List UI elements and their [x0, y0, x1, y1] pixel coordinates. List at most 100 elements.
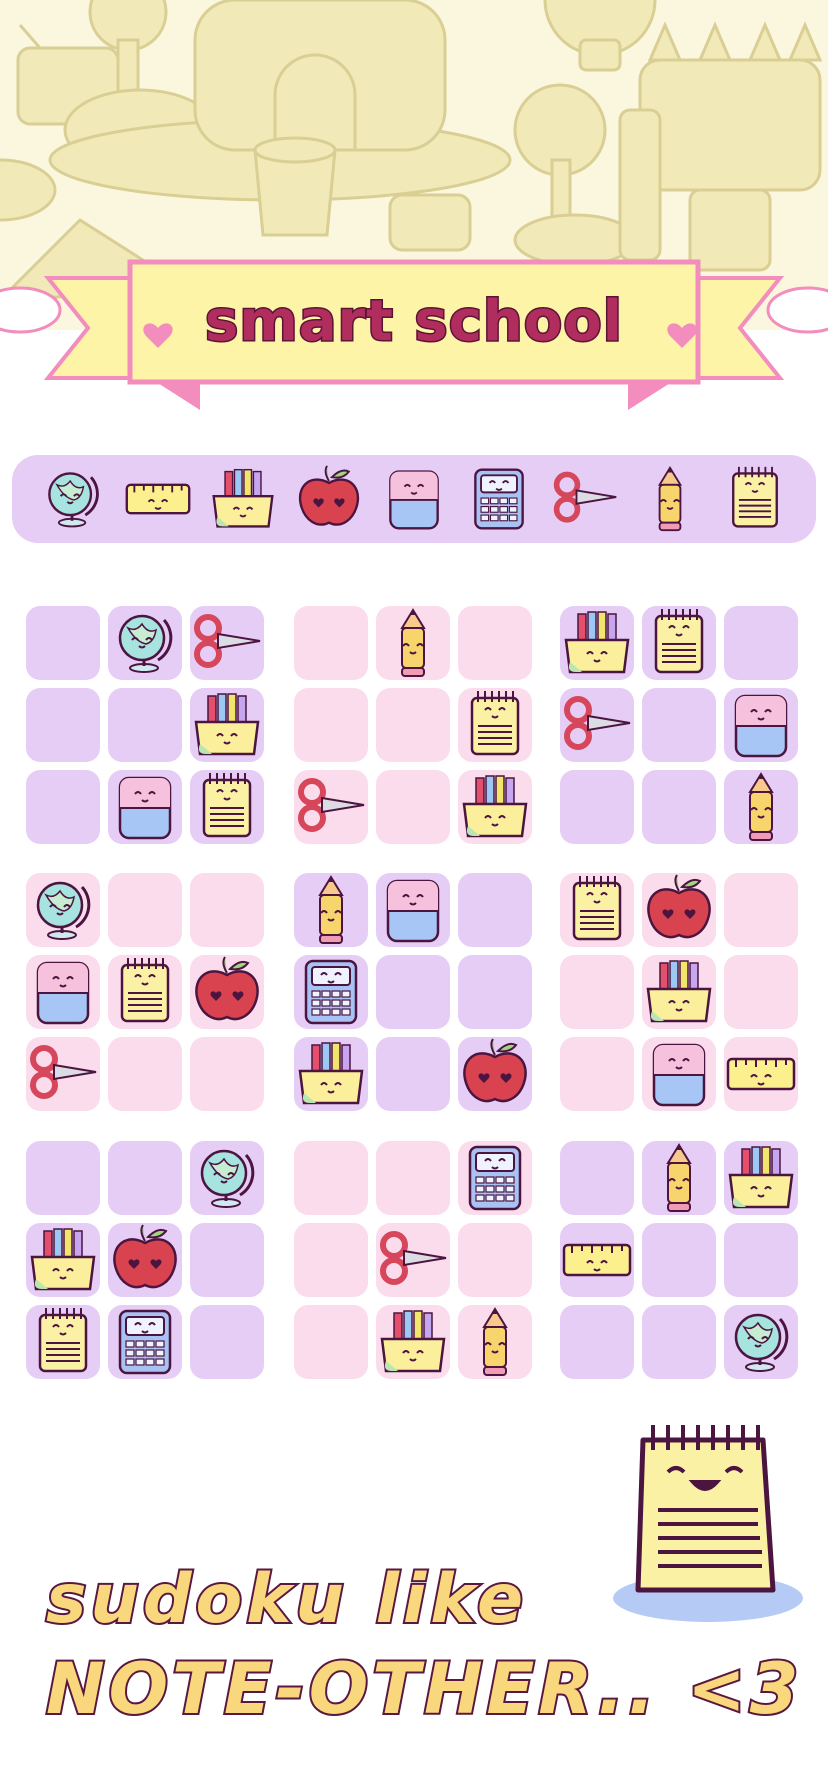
- grid-cell[interactable]: [294, 770, 368, 844]
- grid-cell[interactable]: [376, 1305, 450, 1379]
- grid-cell[interactable]: [108, 955, 182, 1029]
- grid-cell[interactable]: [642, 606, 716, 680]
- grid-cell[interactable]: [108, 873, 182, 947]
- icon-palette: [12, 455, 816, 543]
- grid-cell[interactable]: [108, 606, 182, 680]
- apple-icon: [458, 1037, 532, 1111]
- grid-cell[interactable]: [26, 1305, 100, 1379]
- grid-cell[interactable]: [294, 688, 368, 762]
- grid-cell[interactable]: [642, 688, 716, 762]
- grid-cell[interactable]: [560, 1037, 634, 1111]
- grid-cell[interactable]: [26, 1223, 100, 1297]
- globe-icon: [190, 1141, 264, 1215]
- grid-cell[interactable]: [26, 606, 100, 680]
- grid-cell[interactable]: [560, 1223, 634, 1297]
- crayons-icon: [376, 1305, 450, 1379]
- eraser-icon: [642, 1037, 716, 1111]
- crayons-icon: [724, 1141, 798, 1215]
- grid-cell[interactable]: [294, 873, 368, 947]
- grid-cell[interactable]: [294, 1037, 368, 1111]
- apple-icon[interactable]: [293, 463, 365, 535]
- grid-cell[interactable]: [458, 1223, 532, 1297]
- grid-cell[interactable]: [642, 873, 716, 947]
- grid-cell[interactable]: [294, 955, 368, 1029]
- grid-cell[interactable]: [376, 606, 450, 680]
- ruler-icon[interactable]: [122, 463, 194, 535]
- crayons-icon[interactable]: [207, 463, 279, 535]
- grid-cell[interactable]: [294, 1141, 368, 1215]
- grid-cell[interactable]: [26, 1037, 100, 1111]
- grid-cell[interactable]: [458, 873, 532, 947]
- scissors-icon: [376, 1223, 450, 1297]
- grid-cell[interactable]: [108, 1223, 182, 1297]
- scissors-icon: [190, 606, 264, 680]
- scissors-icon[interactable]: [549, 463, 621, 535]
- grid-cell[interactable]: [724, 1037, 798, 1111]
- grid-cell[interactable]: [724, 873, 798, 947]
- grid-cell[interactable]: [294, 606, 368, 680]
- grid-cell[interactable]: [560, 1141, 634, 1215]
- grid-cell[interactable]: [560, 606, 634, 680]
- apple-icon: [190, 955, 264, 1029]
- grid-cell[interactable]: [458, 770, 532, 844]
- grid-cell[interactable]: [376, 873, 450, 947]
- grid-cell[interactable]: [190, 955, 264, 1029]
- grid-cell[interactable]: [458, 606, 532, 680]
- grid-cell[interactable]: [724, 1223, 798, 1297]
- calculator-icon[interactable]: [463, 463, 535, 535]
- grid-cell[interactable]: [26, 1141, 100, 1215]
- grid-cell[interactable]: [26, 873, 100, 947]
- grid-cell[interactable]: [376, 770, 450, 844]
- grid-cell[interactable]: [26, 688, 100, 762]
- grid-cell[interactable]: [724, 770, 798, 844]
- grid-cell[interactable]: [376, 955, 450, 1029]
- grid-cell[interactable]: [560, 770, 634, 844]
- grid-cell[interactable]: [724, 1305, 798, 1379]
- grid-cell[interactable]: [642, 955, 716, 1029]
- grid-cell[interactable]: [376, 1037, 450, 1111]
- grid-cell[interactable]: [458, 955, 532, 1029]
- grid-cell[interactable]: [376, 688, 450, 762]
- grid-cell[interactable]: [190, 770, 264, 844]
- grid-cell[interactable]: [560, 688, 634, 762]
- grid-cell[interactable]: [108, 1141, 182, 1215]
- grid-cell[interactable]: [108, 1037, 182, 1111]
- grid-cell[interactable]: [458, 688, 532, 762]
- grid-cell[interactable]: [190, 873, 264, 947]
- grid-cell[interactable]: [458, 1141, 532, 1215]
- grid-cell[interactable]: [458, 1305, 532, 1379]
- grid-cell[interactable]: [724, 688, 798, 762]
- globe-icon[interactable]: [37, 463, 109, 535]
- grid-cell[interactable]: [560, 873, 634, 947]
- notepad-icon[interactable]: [719, 463, 791, 535]
- grid-cell[interactable]: [190, 1141, 264, 1215]
- grid-cell[interactable]: [376, 1223, 450, 1297]
- grid-cell[interactable]: [642, 1141, 716, 1215]
- pencil-icon[interactable]: [634, 463, 706, 535]
- grid-cell[interactable]: [642, 1037, 716, 1111]
- grid-cell[interactable]: [108, 770, 182, 844]
- grid-cell[interactable]: [190, 688, 264, 762]
- grid-cell[interactable]: [190, 606, 264, 680]
- grid-cell[interactable]: [560, 1305, 634, 1379]
- grid-cell[interactable]: [26, 955, 100, 1029]
- grid-cell[interactable]: [190, 1223, 264, 1297]
- grid-cell[interactable]: [26, 770, 100, 844]
- grid-cell[interactable]: [190, 1305, 264, 1379]
- grid-cell[interactable]: [560, 955, 634, 1029]
- grid-cell[interactable]: [190, 1037, 264, 1111]
- grid-cell[interactable]: [724, 1141, 798, 1215]
- eraser-icon[interactable]: [378, 463, 450, 535]
- grid-cell[interactable]: [724, 606, 798, 680]
- grid-cell[interactable]: [294, 1223, 368, 1297]
- ruler-icon: [724, 1037, 798, 1111]
- grid-cell[interactable]: [108, 688, 182, 762]
- grid-cell[interactable]: [294, 1305, 368, 1379]
- grid-cell[interactable]: [642, 770, 716, 844]
- grid-cell[interactable]: [458, 1037, 532, 1111]
- grid-cell[interactable]: [108, 1305, 182, 1379]
- grid-cell[interactable]: [724, 955, 798, 1029]
- grid-cell[interactable]: [642, 1223, 716, 1297]
- grid-cell[interactable]: [376, 1141, 450, 1215]
- grid-cell[interactable]: [642, 1305, 716, 1379]
